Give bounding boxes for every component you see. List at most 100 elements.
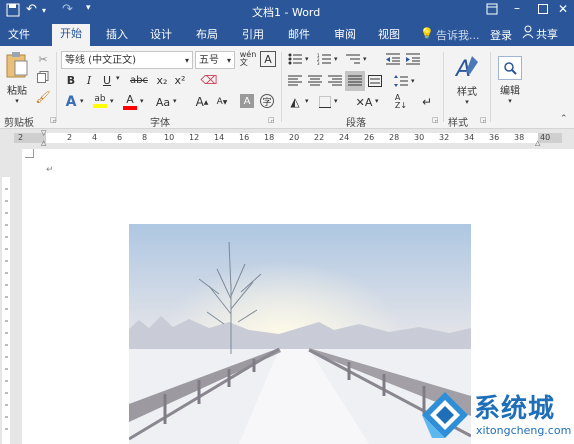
- shrink-font-button[interactable]: A ▼: [214, 94, 230, 110]
- font-color-button[interactable]: A: [122, 92, 138, 110]
- redo-icon[interactable]: ↷: [62, 2, 73, 17]
- bullets-icon[interactable]: [287, 52, 303, 66]
- window-title: 文档1 - Word: [252, 6, 321, 19]
- styles-launcher-icon[interactable]: ◲: [480, 116, 487, 124]
- borders-dropdown-icon[interactable]: ▾: [334, 97, 338, 105]
- horizontal-ruler[interactable]: ▽ △ △ 2 2 4 6 8 10 12 14 16 18 20 22 24 …: [0, 129, 574, 147]
- numbering-dropdown-icon[interactable]: ▾: [334, 55, 338, 63]
- font-size-combo[interactable]: 五号 ▾: [195, 51, 235, 69]
- superscript-button[interactable]: x²: [172, 72, 188, 88]
- underline-button[interactable]: U: [100, 72, 114, 88]
- multilevel-list-icon[interactable]: [345, 52, 361, 66]
- minimize-icon[interactable]: –: [514, 1, 520, 15]
- bullets-dropdown-icon[interactable]: ▾: [305, 55, 309, 63]
- editing-button[interactable]: 编辑 ▾: [495, 50, 525, 110]
- tab-references[interactable]: 引用: [242, 26, 264, 42]
- hanging-indent-marker[interactable]: △: [41, 139, 46, 147]
- phonetic-guide-icon[interactable]: wén 文: [240, 50, 257, 68]
- styles-button[interactable]: A 样式 ▾: [448, 50, 486, 110]
- collapse-ribbon-icon[interactable]: ⌃: [560, 114, 568, 124]
- italic-button[interactable]: I: [82, 72, 96, 88]
- ribbon-home: 粘贴 ▾ ✂ 🖌 剪贴板 ◲ 等线 (中文正文) ▾ 五号 ▾ wén 文 A B…: [0, 46, 574, 129]
- align-left-icon[interactable]: [287, 74, 303, 88]
- line-spacing-dropdown-icon[interactable]: ▾: [411, 77, 415, 85]
- highlighter-icon: ab: [94, 94, 106, 104]
- ruler-label: 12: [189, 133, 200, 142]
- font-name-combo[interactable]: 等线 (中文正文) ▾: [61, 51, 193, 69]
- paste-button[interactable]: 粘贴 ▾: [2, 50, 32, 106]
- tab-view[interactable]: 视图: [378, 26, 400, 42]
- format-painter-icon[interactable]: 🖌: [35, 90, 50, 104]
- asian-layout-icon[interactable]: ✕A: [356, 94, 373, 110]
- align-right-icon[interactable]: [327, 74, 343, 88]
- text-effects-icon[interactable]: A: [64, 94, 78, 110]
- first-line-indent-marker[interactable]: ▽: [41, 129, 46, 137]
- ribbon-tabs: 文件 开始 插入 设计 布局 引用 邮件 审阅 视图 💡 告诉我... 登录 共…: [0, 22, 574, 46]
- sort-icon[interactable]: A Z↓: [393, 93, 409, 111]
- justify-icon[interactable]: [345, 71, 365, 91]
- paste-label: 粘贴: [7, 86, 27, 97]
- increase-indent-icon[interactable]: [405, 52, 421, 66]
- maximize-icon[interactable]: [538, 4, 548, 17]
- align-center-icon[interactable]: [307, 74, 323, 88]
- line-spacing-icon[interactable]: [393, 74, 409, 88]
- ruler-label: 26: [364, 133, 375, 142]
- svg-text:3: 3: [317, 61, 320, 65]
- highlight-dropdown-icon[interactable]: ▾: [110, 97, 114, 105]
- customize-qat-icon[interactable]: ▾: [86, 3, 91, 13]
- character-shading-icon[interactable]: A: [240, 94, 254, 108]
- undo-dropdown-icon[interactable]: ▾: [42, 6, 46, 15]
- close-icon[interactable]: ✕: [558, 2, 568, 16]
- tab-insert[interactable]: 插入: [106, 26, 128, 42]
- watermark-url: xitongcheng.com: [476, 424, 572, 437]
- change-case-button[interactable]: Aa: [154, 94, 172, 110]
- show-marks-icon[interactable]: ↵: [420, 94, 434, 110]
- font-color-a-icon: A: [126, 92, 134, 106]
- multilevel-dropdown-icon[interactable]: ▾: [363, 55, 367, 63]
- ruler-label: 10: [164, 133, 175, 142]
- styles-group-label: 样式: [448, 118, 468, 129]
- change-case-dropdown-icon[interactable]: ▾: [173, 97, 177, 105]
- cut-icon[interactable]: ✂: [36, 52, 50, 66]
- distributed-icon[interactable]: [367, 74, 383, 88]
- font-launcher-icon[interactable]: ◲: [268, 116, 275, 124]
- character-border-icon[interactable]: A: [260, 51, 276, 67]
- numbering-icon[interactable]: 123: [316, 52, 332, 66]
- decrease-indent-icon[interactable]: [385, 52, 401, 66]
- shading-dropdown-icon[interactable]: ▾: [305, 97, 309, 105]
- ribbon-display-icon[interactable]: [486, 3, 498, 18]
- strikethrough-button[interactable]: abc: [128, 72, 150, 88]
- tab-review[interactable]: 审阅: [334, 26, 356, 42]
- tell-me-input[interactable]: 告诉我...: [436, 27, 480, 43]
- bold-button[interactable]: B: [64, 72, 78, 88]
- tab-layout[interactable]: 布局: [196, 26, 218, 42]
- tab-mailings[interactable]: 邮件: [288, 26, 310, 42]
- separator: [443, 52, 444, 122]
- watermark-logo: 系统城 xitongcheng.com: [420, 384, 574, 444]
- grow-font-button[interactable]: A ▲: [194, 94, 210, 110]
- highlight-color-button[interactable]: ab: [92, 92, 108, 110]
- paragraph-launcher-icon[interactable]: ◲: [432, 116, 439, 124]
- vertical-ruler[interactable]: [0, 147, 12, 444]
- ruler-label: 36: [489, 133, 500, 142]
- page-corner-mark: [25, 149, 34, 158]
- subscript-button[interactable]: x₂: [154, 72, 170, 88]
- separator: [490, 52, 491, 122]
- sign-in-link[interactable]: 登录: [490, 27, 512, 43]
- clear-formatting-icon[interactable]: ⌫: [200, 72, 218, 88]
- tab-design[interactable]: 设计: [150, 26, 172, 42]
- tab-home[interactable]: 开始: [52, 24, 90, 46]
- enclose-characters-icon[interactable]: 字: [260, 94, 274, 108]
- share-button[interactable]: 共享: [522, 25, 558, 42]
- save-icon[interactable]: [6, 3, 20, 20]
- text-effects-dropdown-icon[interactable]: ▾: [80, 97, 84, 105]
- underline-dropdown-icon[interactable]: ▾: [116, 74, 120, 82]
- shading-icon[interactable]: ◭: [287, 94, 303, 110]
- font-color-dropdown-icon[interactable]: ▾: [140, 97, 144, 105]
- asian-layout-dropdown-icon[interactable]: ▾: [375, 97, 379, 105]
- undo-icon[interactable]: ↶: [26, 2, 37, 17]
- copy-icon[interactable]: [36, 70, 50, 84]
- borders-icon[interactable]: [318, 95, 332, 109]
- ruler-label: 24: [339, 133, 350, 142]
- tab-file[interactable]: 文件: [8, 26, 30, 42]
